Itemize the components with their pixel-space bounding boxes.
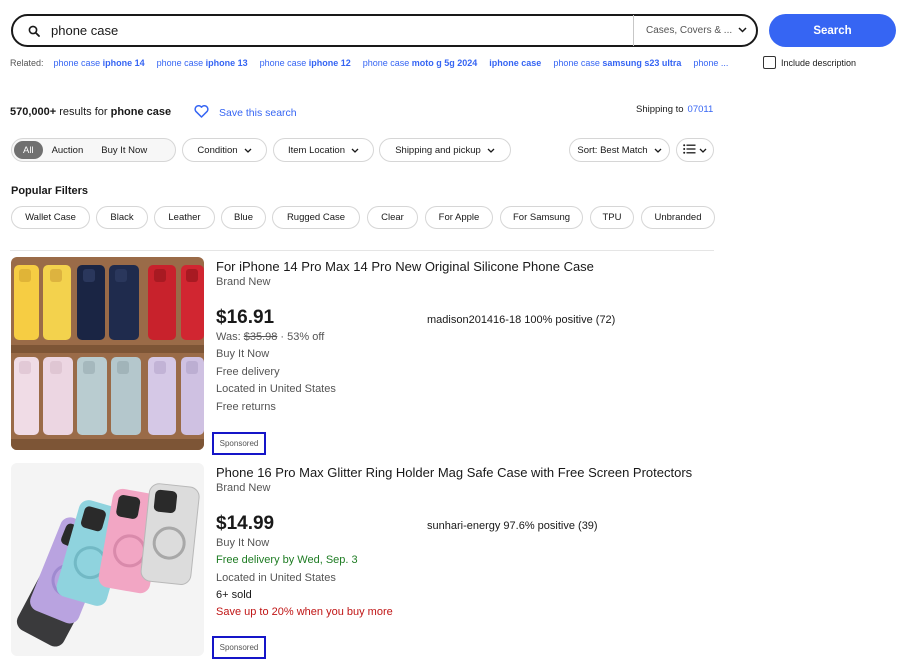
category-label: Cases, Covers & ...	[646, 25, 733, 36]
related-link[interactable]: phone ...	[693, 58, 728, 68]
popular-filter-chip[interactable]: Clear	[367, 206, 418, 229]
category-select[interactable]: Cases, Covers & ...	[634, 25, 756, 36]
listing-returns: Free returns	[216, 401, 276, 413]
shipping-to: Shipping to 07011	[636, 104, 714, 115]
buying-format-toggle: All Auction Buy It Now	[11, 138, 176, 162]
format-all[interactable]: All	[14, 141, 43, 159]
search-icon	[19, 25, 49, 37]
search-input[interactable]: phone case	[49, 23, 633, 38]
related-link[interactable]: phone case samsung s23 ultra	[553, 58, 681, 68]
save-search-label: Save this search	[219, 107, 297, 119]
chevron-down-icon	[351, 145, 359, 156]
include-description[interactable]: Include description	[763, 56, 856, 69]
popular-filter-chip[interactable]: Unbranded	[641, 206, 715, 229]
listing-image[interactable]	[11, 463, 204, 656]
listing-location: Located in United States	[216, 572, 336, 584]
chevron-down-icon	[244, 145, 252, 156]
listing-image[interactable]	[11, 257, 204, 450]
related-link[interactable]: phone case iphone 12	[260, 58, 351, 68]
related-link[interactable]: iphone case	[489, 58, 541, 68]
sort-dropdown[interactable]: Sort: Best Match	[569, 138, 670, 162]
zip-code-link[interactable]: 07011	[688, 104, 714, 115]
popular-filter-chip[interactable]: Blue	[221, 206, 266, 229]
item-location-filter[interactable]: Item Location	[273, 138, 374, 162]
chevron-down-icon	[654, 145, 662, 156]
condition-filter[interactable]: Condition	[182, 138, 267, 162]
save-search-button[interactable]: Save this search	[194, 105, 297, 121]
popular-filter-chip[interactable]: Rugged Case	[272, 206, 360, 229]
chevron-down-icon	[487, 145, 495, 156]
chevron-down-icon	[738, 25, 747, 36]
format-auction[interactable]: Auction	[43, 141, 93, 159]
listing-price: $14.99	[216, 513, 275, 534]
listing-format: Buy It Now	[216, 348, 270, 360]
listing-sold-count: 6+ sold	[216, 589, 252, 601]
listing-title[interactable]: Phone 16 Pro Max Glitter Ring Holder Mag…	[216, 465, 692, 480]
listing-was-price: Was: $35.98 · 53% off	[216, 331, 325, 343]
view-toggle[interactable]	[676, 138, 714, 162]
heart-icon	[194, 105, 209, 121]
listing-location: Located in United States	[216, 383, 336, 395]
listing-delivery: Free delivery by Wed, Sep. 3	[216, 554, 358, 566]
popular-filter-chip[interactable]: Wallet Case	[11, 206, 90, 229]
popular-filter-chip[interactable]: Black	[96, 206, 148, 229]
shipping-pickup-filter[interactable]: Shipping and pickup	[379, 138, 511, 162]
search-bar: phone case Cases, Covers & ...	[11, 14, 758, 47]
include-description-checkbox[interactable]	[763, 56, 776, 69]
related-link[interactable]: phone case iphone 13	[157, 58, 248, 68]
search-button[interactable]: Search	[769, 14, 896, 47]
related-link[interactable]: phone case iphone 14	[54, 58, 145, 68]
results-divider	[10, 250, 714, 251]
sponsored-label: Sponsored	[212, 432, 266, 455]
list-view-icon	[683, 143, 696, 157]
listing-price: $16.91	[216, 307, 275, 328]
listing-delivery: Free delivery	[216, 366, 280, 378]
format-buy-it-now[interactable]: Buy It Now	[92, 141, 156, 159]
popular-filter-chip[interactable]: For Samsung	[500, 206, 583, 229]
listing-title[interactable]: For iPhone 14 Pro Max 14 Pro New Origina…	[216, 259, 594, 274]
sponsored-label: Sponsored	[212, 636, 266, 659]
popular-filter-chip[interactable]: Leather	[154, 206, 215, 229]
popular-filters-title: Popular Filters	[11, 185, 89, 197]
results-count: 570,000+ results for phone case	[10, 106, 172, 118]
popular-filter-chip[interactable]: TPU	[590, 206, 634, 229]
listing-seller: sunhari-energy 97.6% positive (39)	[427, 520, 598, 532]
listing-condition: Brand New	[216, 276, 271, 288]
chevron-down-icon	[699, 145, 707, 156]
listing-seller: madison201416-18 100% positive (72)	[427, 314, 616, 326]
popular-filter-chip[interactable]: For Apple	[425, 206, 493, 229]
related-link[interactable]: phone case moto g 5g 2024	[363, 58, 478, 68]
include-description-label: Include description	[781, 57, 857, 68]
listing-promo: Save up to 20% when you buy more	[216, 606, 393, 618]
listing-format: Buy It Now	[216, 537, 270, 549]
related-label: Related:	[10, 58, 44, 68]
listing-condition: Brand New	[216, 482, 271, 494]
related-searches: Related: phone case iphone 14 phone case…	[10, 58, 740, 68]
